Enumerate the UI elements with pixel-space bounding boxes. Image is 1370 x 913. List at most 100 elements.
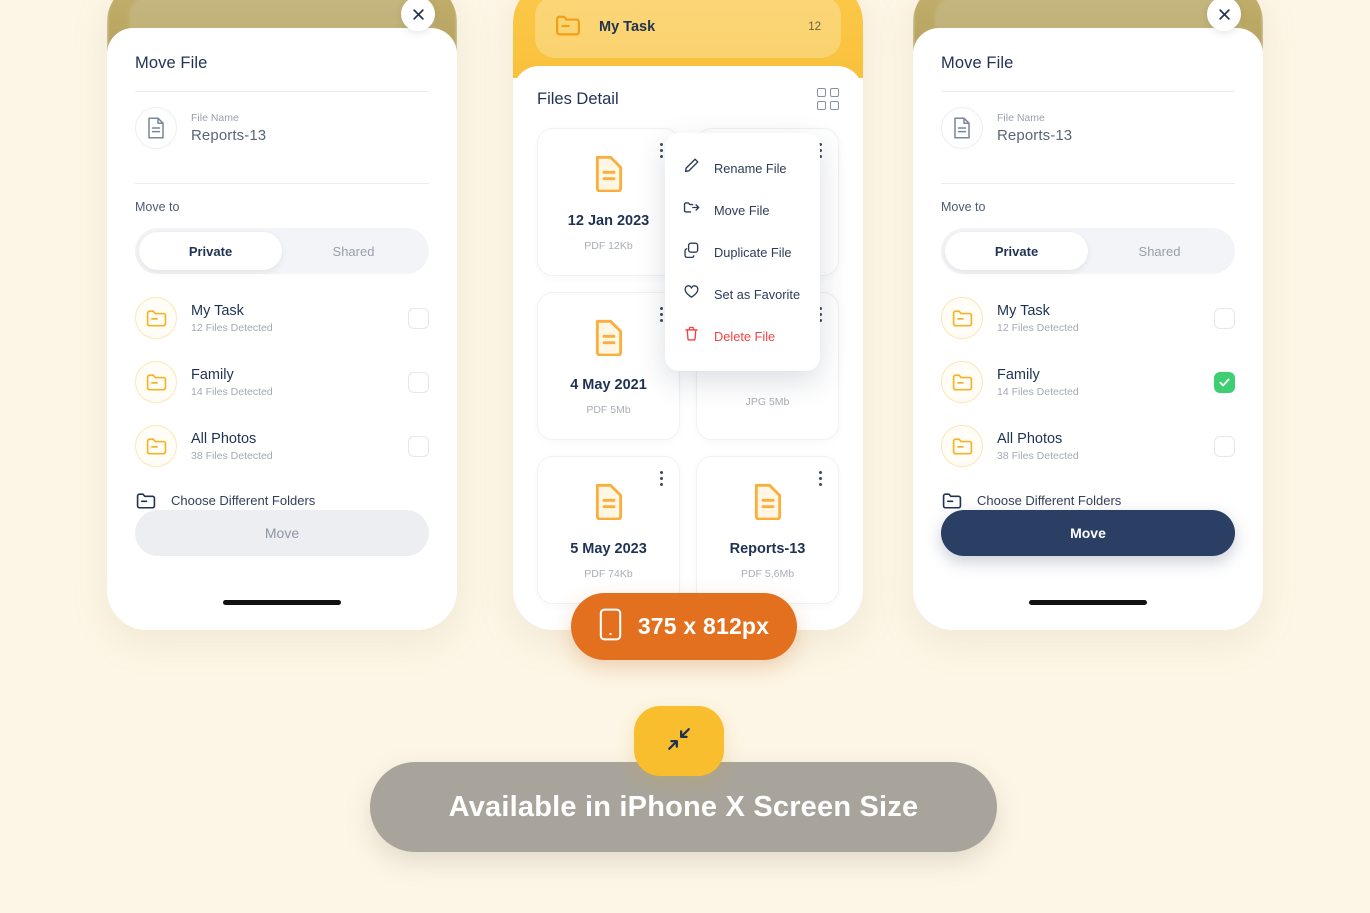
divider <box>941 183 1235 184</box>
design-showcase-canvas: Move File File Name Reports-13 Move to P… <box>0 0 1370 913</box>
home-indicator <box>1029 600 1147 605</box>
collapse-button[interactable] <box>634 706 724 776</box>
grid-view-icon[interactable] <box>817 88 839 110</box>
list-item[interactable]: My Task 12 Files Detected <box>135 286 429 350</box>
tab-shared[interactable]: Shared <box>282 232 425 270</box>
list-item[interactable]: Family 14 Files Detected <box>135 350 429 414</box>
list-item[interactable]: My Task 12 Files Detected <box>941 286 1235 350</box>
more-options-icon[interactable] <box>660 307 663 322</box>
folder-checkbox[interactable] <box>408 435 429 457</box>
file-card[interactable]: 12 Jan 2023 PDF 12Kb <box>537 128 680 276</box>
folder-outline-icon <box>135 492 157 509</box>
file-name-value: Reports-13 <box>191 127 267 144</box>
files-detail-sheet: Files Detail 12 Jan 2023 PDF 12Kb 4 May … <box>513 66 863 630</box>
move-button[interactable]: Move <box>941 510 1235 556</box>
folder-file-count-badge: 12 <box>808 21 821 33</box>
screen-size-badge: 375 x 812px <box>571 593 797 660</box>
pdf-file-icon <box>592 152 626 197</box>
move-file-sheet: Move File File Name Reports-13 Move to P… <box>913 28 1263 630</box>
phone-mockup-move-file-selected: Move File File Name Reports-13 Move to P… <box>913 0 1263 630</box>
menu-item-set-as-favorite[interactable]: Set as Favorite <box>665 273 820 315</box>
file-summary-row: File Name Reports-13 <box>941 92 1235 165</box>
duplicate-icon <box>683 241 700 263</box>
heart-icon <box>683 283 700 305</box>
menu-item-rename-file[interactable]: Rename File <box>665 147 820 189</box>
file-meta: PDF 12Kb <box>584 240 633 252</box>
document-icon <box>941 107 983 149</box>
choose-different-folders-button[interactable]: Choose Different Folders <box>941 492 1235 509</box>
more-options-icon[interactable] <box>660 471 663 486</box>
pdf-file-icon <box>592 316 626 361</box>
move-button[interactable]: Move <box>135 510 429 556</box>
file-card[interactable]: 4 May 2021 PDF 5Mb <box>537 292 680 440</box>
trash-icon <box>683 325 700 347</box>
mobile-device-icon <box>599 608 622 646</box>
move-to-label: Move to <box>941 200 986 214</box>
menu-item-delete-file[interactable]: Delete File <box>665 315 820 357</box>
menu-item-label: Set as Favorite <box>714 286 801 302</box>
list-item[interactable]: Family 14 Files Detected <box>941 350 1235 414</box>
file-title: Reports-13 <box>729 541 806 557</box>
files-detail-header: Files Detail <box>537 88 839 110</box>
folder-name: My Task <box>191 302 244 319</box>
folder-checkbox[interactable] <box>408 307 429 329</box>
document-icon <box>135 107 177 149</box>
tab-private[interactable]: Private <box>139 232 282 270</box>
home-indicator <box>223 600 341 605</box>
list-item[interactable]: All Photos 38 Files Detected <box>941 414 1235 478</box>
file-card[interactable]: 5 May 2023 PDF 74Kb <box>537 456 680 604</box>
file-title: 12 Jan 2023 <box>567 213 650 229</box>
menu-item-label: Duplicate File <box>714 244 792 260</box>
move-file-sheet: Move File File Name Reports-13 Move to P… <box>107 28 457 630</box>
tab-shared[interactable]: Shared <box>1088 232 1231 270</box>
folder-icon <box>135 361 177 403</box>
availability-label: Available in iPhone X Screen Size <box>448 790 919 823</box>
folder-outline-icon <box>941 492 963 509</box>
current-folder-card[interactable]: My Task 12 <box>535 0 841 58</box>
folder-icon <box>941 361 983 403</box>
choose-different-folders-label: Choose Different Folders <box>171 493 316 508</box>
folder-checkbox[interactable] <box>408 371 429 393</box>
folder-checkbox-checked[interactable] <box>1214 371 1235 393</box>
folder-name: All Photos <box>191 430 257 447</box>
choose-different-folders-button[interactable]: Choose Different Folders <box>135 492 429 509</box>
privacy-segmented-control: Private Shared <box>135 228 429 274</box>
more-options-icon[interactable] <box>660 143 663 158</box>
file-name-label: File Name <box>191 112 239 124</box>
file-title: 4 May 2021 <box>570 377 647 393</box>
file-card[interactable]: Reports-13 PDF 5,6Mb <box>696 456 839 604</box>
folder-icon <box>135 425 177 467</box>
phone-mockup-move-file-empty: Move File File Name Reports-13 Move to P… <box>107 0 457 630</box>
list-item[interactable]: All Photos 38 Files Detected <box>135 414 429 478</box>
page-title: Files Detail <box>537 89 619 108</box>
page-title: Move File <box>135 54 208 72</box>
folder-list: My Task 12 Files Detected Family 14 File… <box>135 286 429 478</box>
folder-checkbox[interactable] <box>1214 435 1235 457</box>
more-options-icon[interactable] <box>819 471 822 486</box>
move-icon <box>683 199 700 221</box>
folder-name: Family <box>191 366 234 383</box>
folder-checkbox[interactable] <box>1214 307 1235 329</box>
file-summary-row: File Name Reports-13 <box>135 92 429 165</box>
folder-icon <box>555 14 581 41</box>
folder-file-count: 38 Files Detected <box>997 449 1079 462</box>
folder-icon <box>941 425 983 467</box>
folder-file-count: 14 Files Detected <box>997 385 1079 398</box>
file-meta: PDF 74Kb <box>584 568 633 580</box>
tab-private[interactable]: Private <box>945 232 1088 270</box>
folder-file-count: 12 Files Detected <box>997 321 1079 334</box>
menu-item-move-file[interactable]: Move File <box>665 189 820 231</box>
folder-file-count: 12 Files Detected <box>191 321 273 334</box>
file-context-menu: Rename File Move File Duplicate File Set… <box>665 133 820 371</box>
move-to-label: Move to <box>135 200 180 214</box>
file-name-value: Reports-13 <box>997 127 1073 144</box>
folder-name: Family <box>997 366 1040 383</box>
divider <box>135 183 429 184</box>
pencil-icon <box>683 157 700 179</box>
folder-icon <box>135 297 177 339</box>
menu-item-duplicate-file[interactable]: Duplicate File <box>665 231 820 273</box>
file-meta: PDF 5,6Mb <box>740 568 795 580</box>
pdf-file-icon <box>592 480 626 525</box>
menu-item-label: Move File <box>714 202 770 218</box>
folder-list: My Task 12 Files Detected Family 14 File… <box>941 286 1235 478</box>
